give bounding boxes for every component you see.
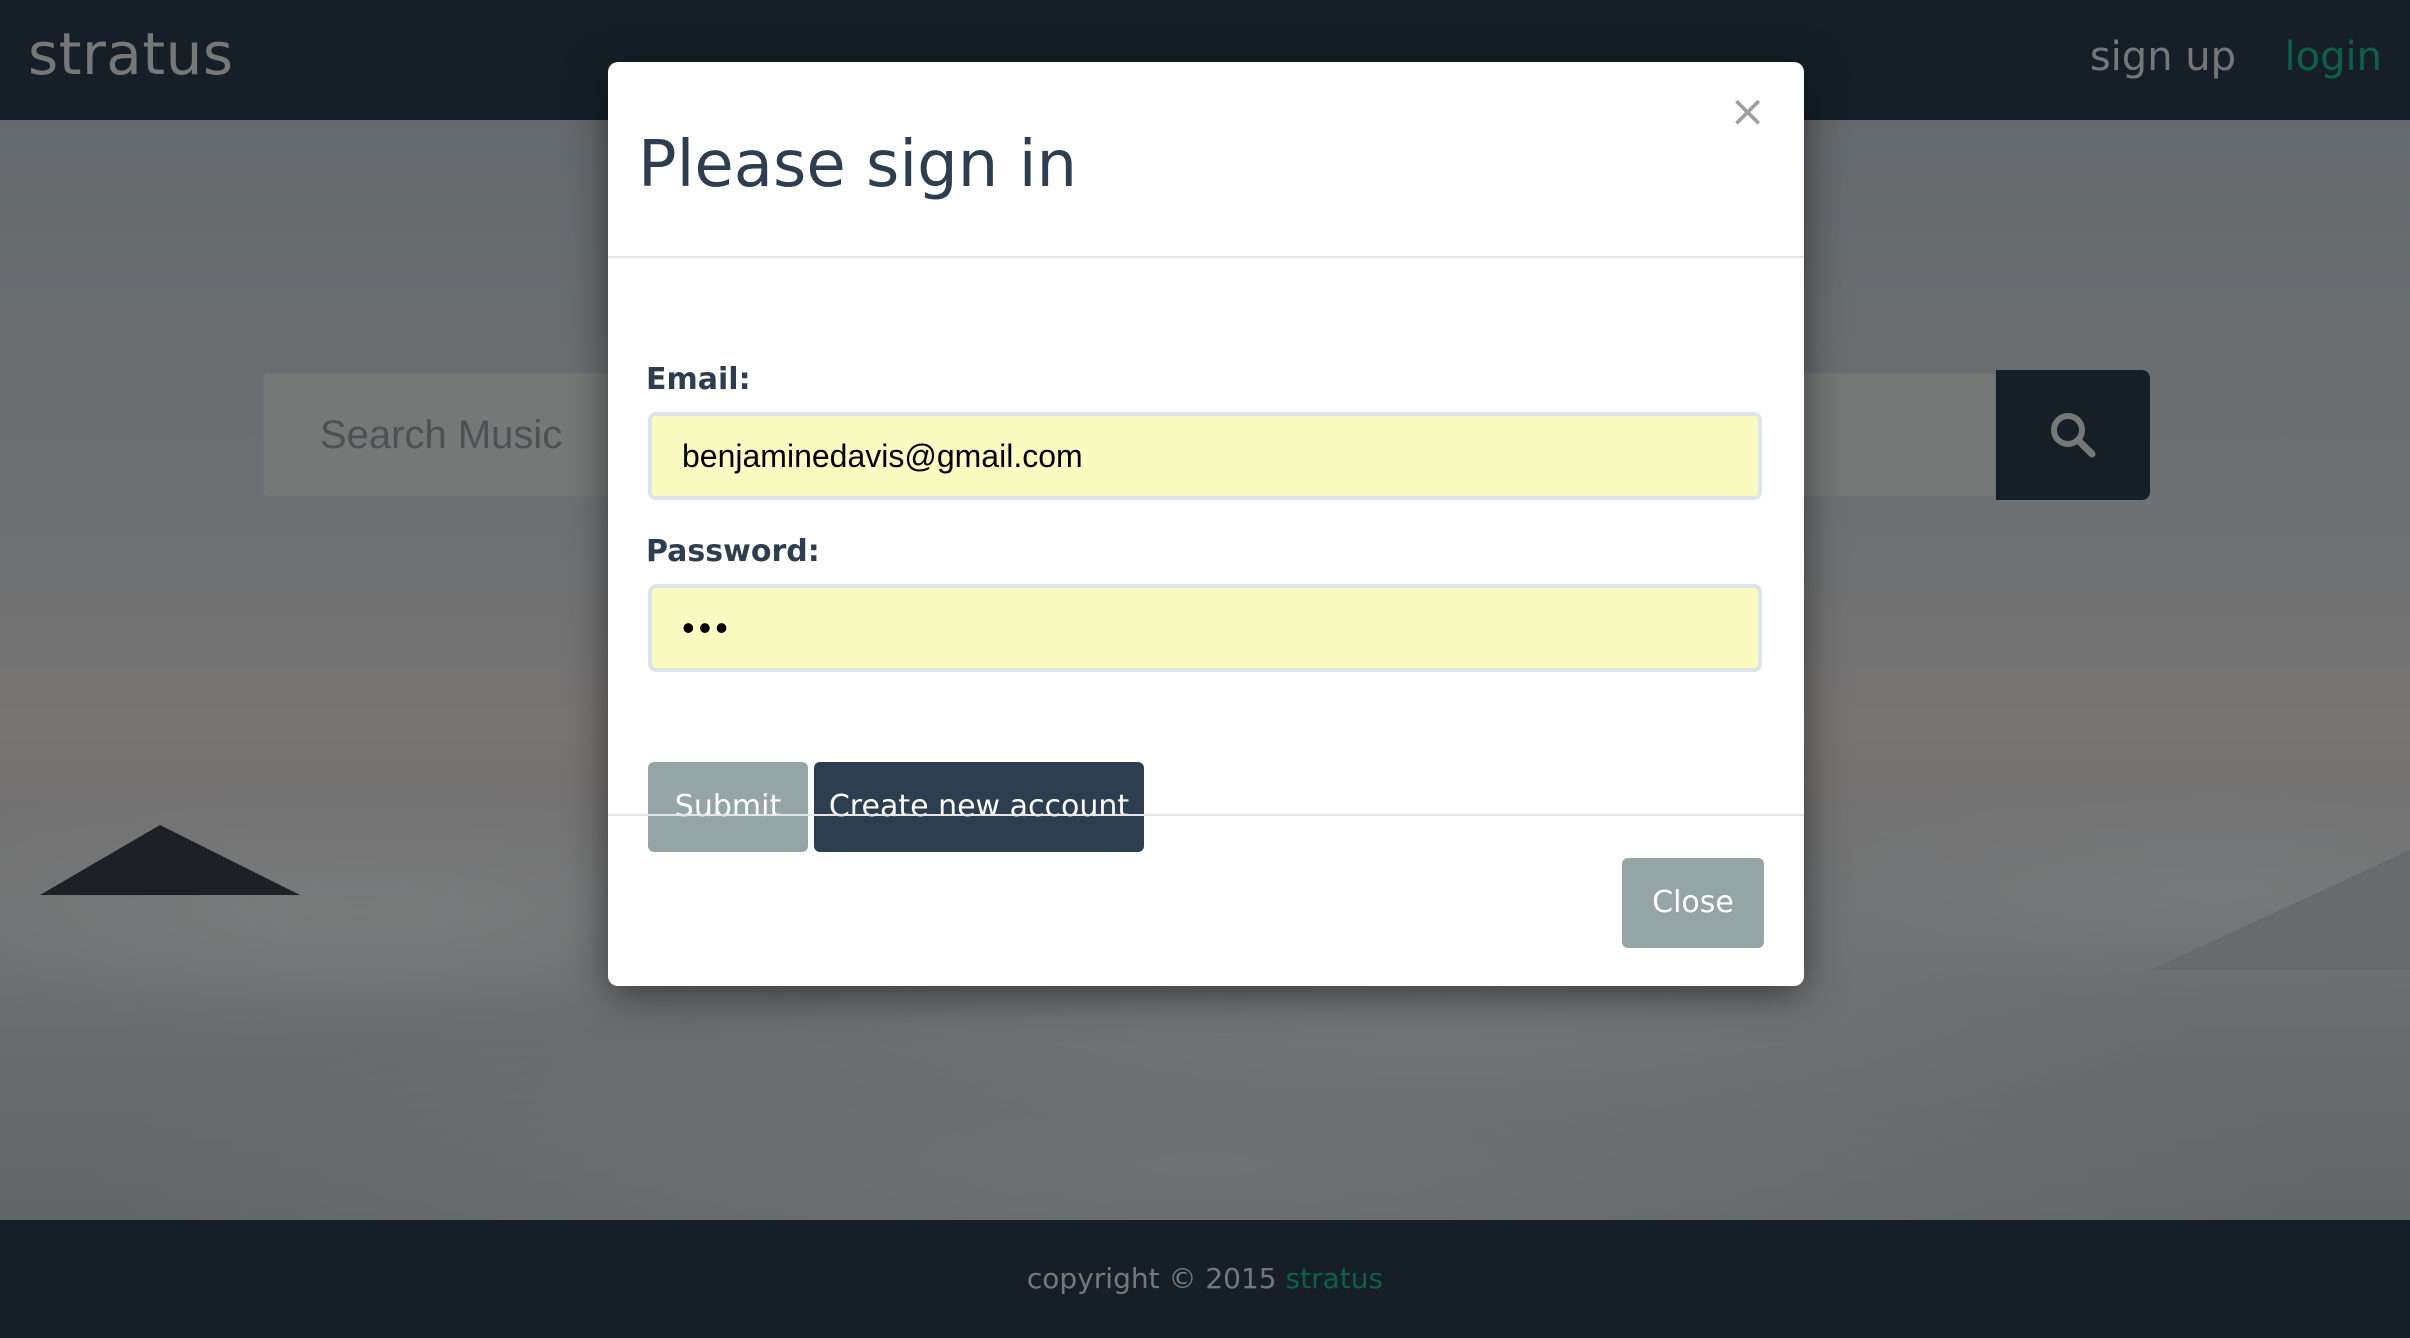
modal-header: Please sign in × xyxy=(608,62,1804,258)
password-label: Password: xyxy=(646,534,820,569)
modal-body: Email: benjaminedavis@gmail.com Password… xyxy=(608,258,1804,876)
email-field[interactable]: benjaminedavis@gmail.com xyxy=(648,412,1762,500)
close-button[interactable]: Close xyxy=(1622,858,1764,948)
modal-title: Please sign in xyxy=(638,128,1078,202)
password-field[interactable]: ••• xyxy=(648,584,1762,672)
email-label: Email: xyxy=(646,362,751,397)
sign-in-modal: Please sign in × Email: benjaminedavis@g… xyxy=(608,62,1804,986)
modal-footer: Close xyxy=(608,814,1804,988)
close-icon[interactable]: × xyxy=(1729,86,1766,137)
